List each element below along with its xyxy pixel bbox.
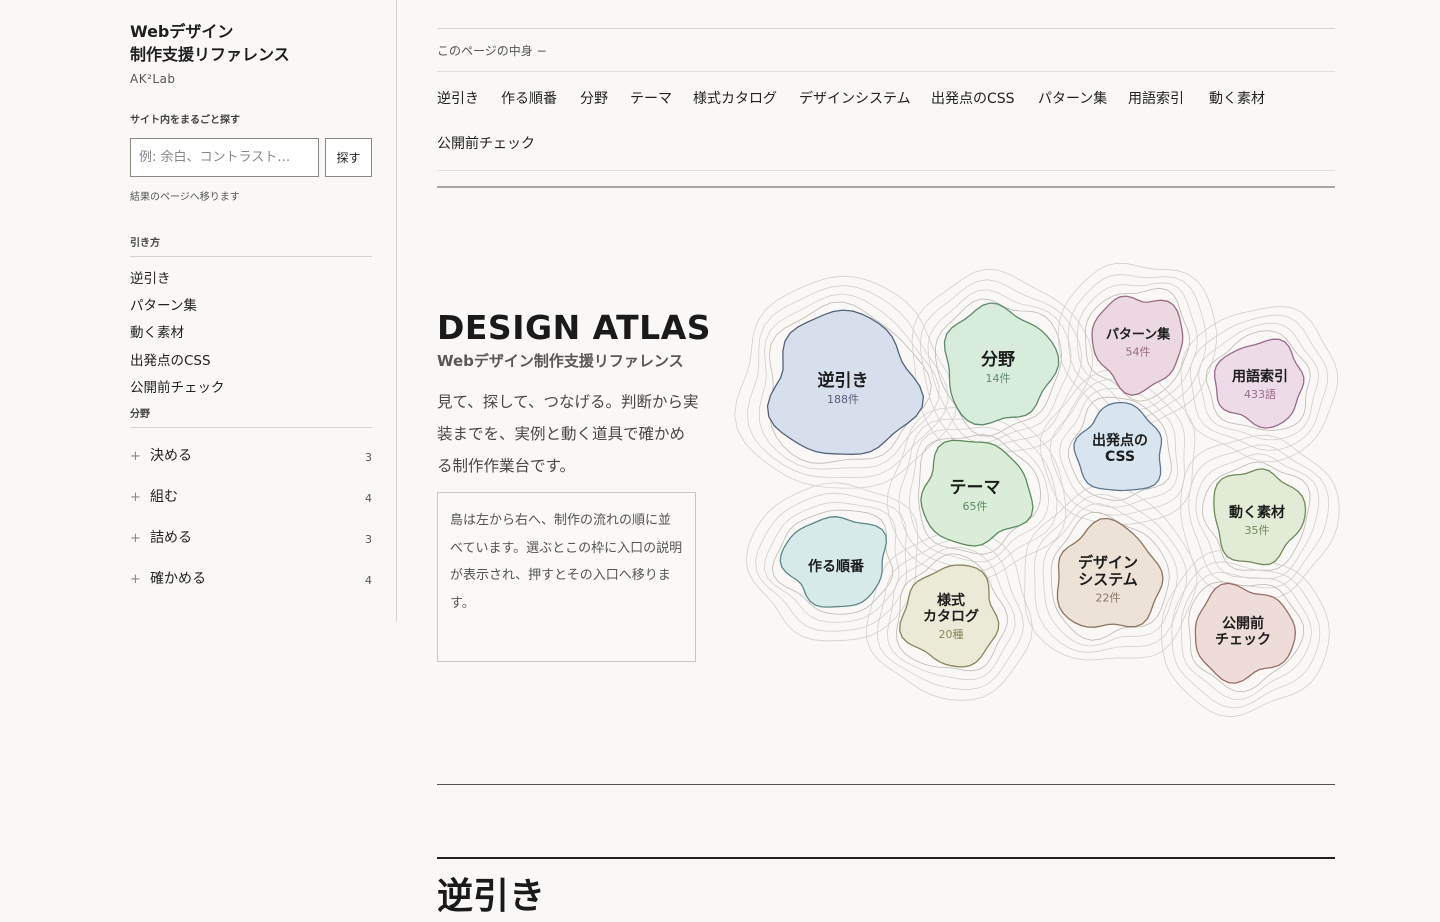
how-item-motion[interactable]: 動く素材 [130,320,225,347]
island-label: 作る順番 [808,558,865,575]
toc-link-css[interactable]: 出発点のCSS [931,89,1015,109]
island-count: 35件 [1245,524,1270,537]
toc-link-system[interactable]: デザインシステム [799,89,911,109]
field-item-decide[interactable]: + 決める 3 [130,436,372,477]
expand-plus-icon: + [130,449,141,464]
island-count: 65件 [963,500,988,513]
island-label: システム [1078,570,1138,588]
field-list: + 決める 3 + 組む 4 + 詰める 3 + 確かめる 4 [130,436,372,600]
field-item-label: 組む [150,489,178,505]
field-item-label: 決める [150,448,192,464]
field-item-build[interactable]: + 組む 4 [130,477,372,518]
site-title[interactable]: Webデザイン 制作支援リファレンス [130,20,290,66]
toc-link-catalog[interactable]: 様式カタログ [693,89,777,109]
atlas-map: 逆引き 188件 分野 14件 パターン集 54件用語索引 433語出発点のCSS テーマ 65… [734,262,1340,718]
search-button[interactable]: 探す [325,138,372,177]
field-item-count: 4 [365,492,372,505]
divider [437,28,1335,29]
divider [437,186,1335,188]
island-system[interactable]: デザインシステム 22件 [1056,517,1164,628]
expand-plus-icon: + [130,490,141,505]
toc-label[interactable]: このページの中身 − [437,42,547,59]
site-title-line1[interactable]: Webデザイン [130,20,290,43]
toc-link-glossary[interactable]: 用語索引 [1128,89,1184,109]
toc-link-patterns[interactable]: パターン集 [1038,89,1107,109]
island-count: 20種 [939,627,964,641]
how-list: 逆引き パターン集 動く素材 出発点のCSS 公開前チェック [130,266,225,402]
island-count: 14件 [986,372,1011,385]
island-label: 出発点の [1092,432,1148,449]
island-label: 公開前 [1222,615,1264,632]
hero-description: 見て、探して、つなげる。判断から実装までを、実例と動く道具で確かめる制作作業台で… [437,393,699,475]
site-title-line2[interactable]: 制作支援リファレンス [130,43,290,66]
field-item-count: 3 [365,451,372,464]
field-item-count: 4 [365,574,372,587]
island-motion[interactable]: 動く素材 35件 [1213,468,1307,566]
toc-link-theme[interactable]: テーマ [630,89,672,109]
hero-title: DESIGN ATLAS [437,308,711,347]
island-label: 動く素材 [1229,504,1285,521]
island-label: CSS [1105,449,1135,465]
island-label: 様式 [937,592,965,609]
divider [437,857,1335,859]
field-item-verify[interactable]: + 確かめる 4 [130,559,372,600]
divider [437,71,1335,72]
hero-subtitle: Webデザイン制作支援リファレンス [437,352,684,370]
search-input[interactable] [130,138,319,177]
island-reverse[interactable]: 逆引き 188件 [766,309,925,455]
island-info-box: 島は左から右へ、制作の流れの順に並べています。選ぶとこの枠に入口の説明が表示され… [437,492,696,662]
toc-link-reverse[interactable]: 逆引き [437,89,479,109]
field-heading: 分野 [130,405,372,428]
how-item-css[interactable]: 出発点のCSS [130,348,225,375]
how-heading: 引き方 [130,234,372,257]
search-label: サイト内をまるごと探す [130,115,240,126]
island-label: パターン集 [1106,327,1171,343]
expand-plus-icon: + [130,531,141,546]
island-label: テーマ [950,478,1001,498]
search-hint: 結果のページへ移ります [130,192,240,203]
island-label: 用語索引 [1232,368,1288,385]
island-label: 逆引き [818,370,869,391]
island-label: 分野 [981,350,1015,370]
island-count: 54件 [1126,346,1151,359]
field-item-label: 確かめる [150,571,206,587]
island-theme[interactable]: テーマ 65件 [920,439,1034,547]
expand-plus-icon: + [130,572,141,587]
toc-link-motion[interactable]: 動く素材 [1209,89,1265,109]
island-count: 22件 [1096,591,1121,604]
sidebar: Webデザイン 制作支援リファレンス AK²Lab サイト内をまるごと探す 探す… [0,0,397,622]
island-glossary[interactable]: 用語索引 433語 [1214,338,1305,429]
field-item-refine[interactable]: + 詰める 3 [130,518,372,559]
island-label: チェック [1215,632,1271,648]
island-count: 433語 [1244,387,1276,401]
divider [437,784,1335,785]
island-order[interactable]: 作る順番 [779,516,888,608]
island-count: 188件 [827,393,859,406]
toc-link-field[interactable]: 分野 [580,89,608,109]
how-item-check[interactable]: 公開前チェック [130,375,225,402]
toc-link-check[interactable]: 公開前チェック [437,134,535,154]
island-label: デザイン [1078,553,1138,571]
section-title-reverse: 逆引き [437,876,546,917]
island-field[interactable]: 分野 14件 [943,302,1060,426]
how-item-patterns[interactable]: パターン集 [130,293,225,320]
how-item-reverse[interactable]: 逆引き [130,266,225,293]
field-item-count: 3 [365,533,372,546]
island-check[interactable]: 公開前チェック [1194,582,1297,684]
toc-link-order[interactable]: 作る順番 [501,89,557,109]
divider [437,170,1335,171]
island-label: カタログ [923,608,979,625]
site-subtitle: AK²Lab [130,72,176,86]
field-item-label: 詰める [150,530,192,546]
